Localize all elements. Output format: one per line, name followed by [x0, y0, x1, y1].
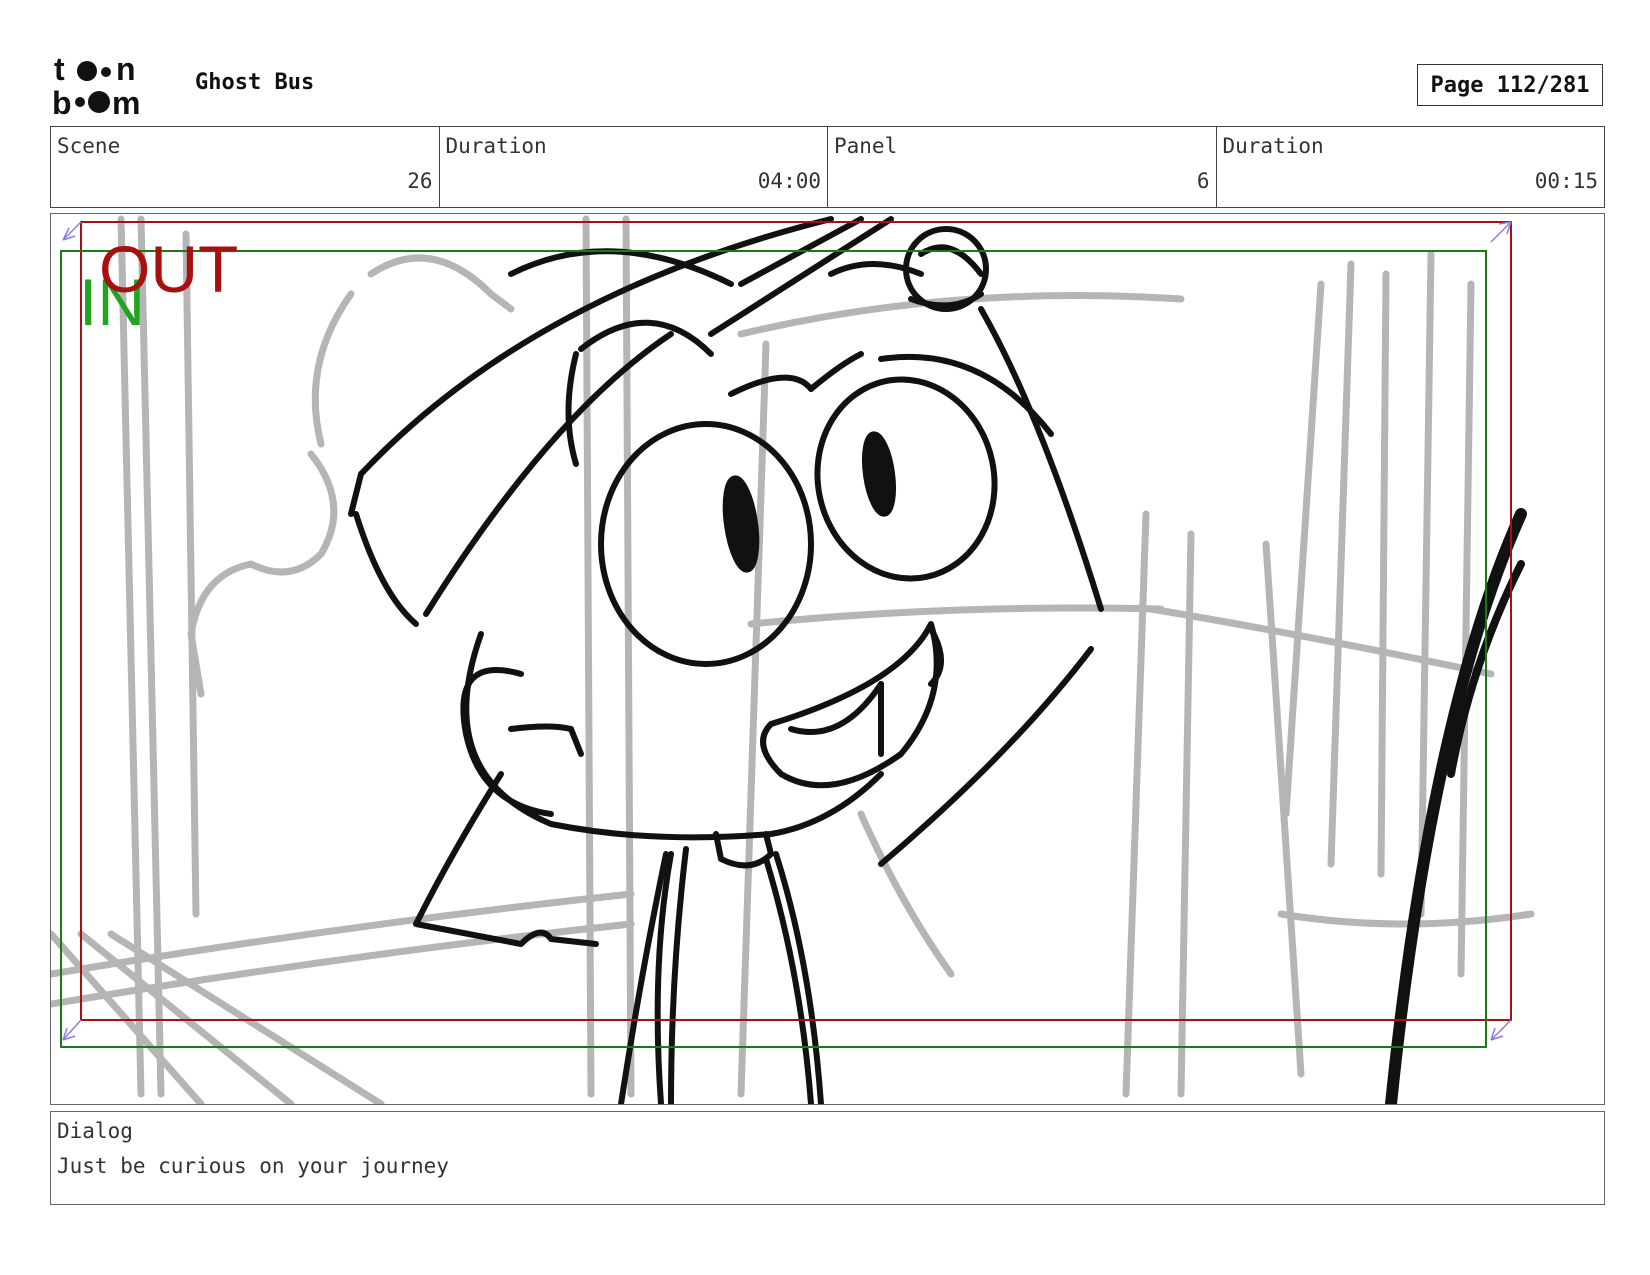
dialog-label: Dialog [57, 1119, 133, 1143]
panel-label: Panel [834, 134, 898, 158]
svg-text:t: t [54, 52, 65, 87]
panel-value: 6 [1196, 169, 1210, 193]
project-title: Ghost Bus [195, 70, 315, 95]
svg-text:b: b [52, 85, 72, 118]
scene-duration-cell: Duration 04:00 [440, 127, 828, 207]
panel-duration-label: Duration [1222, 134, 1324, 158]
storyboard-panel: IN OUT [50, 213, 1605, 1105]
panel-cell: Panel 6 [828, 127, 1217, 207]
toonboom-logo: t n b m [52, 52, 140, 118]
page-number: 112/281 [1496, 72, 1590, 98]
scene-cell: Scene 26 [51, 127, 440, 207]
panel-info-row: Scene 26 Duration 04:00 Panel 6 Duration… [50, 126, 1605, 208]
panel-duration-cell: Duration 00:15 [1217, 127, 1605, 207]
scene-label: Scene [57, 134, 121, 158]
page-indicator: Page 112/281 [1417, 64, 1603, 106]
svg-text:n: n [116, 52, 136, 87]
scene-duration-label: Duration [445, 134, 547, 158]
scene-value: 26 [407, 169, 433, 193]
out-frame-label: OUT [99, 232, 239, 306]
page-label: Page [1430, 72, 1484, 98]
scene-duration-value: 04:00 [757, 169, 821, 193]
dialog-text: Just be curious on your journey [57, 1154, 449, 1178]
dialog-box: Dialog Just be curious on your journey [50, 1111, 1605, 1205]
panel-duration-value: 00:15 [1534, 169, 1598, 193]
panel-sketch [51, 215, 1535, 1104]
svg-text:m: m [112, 85, 140, 118]
